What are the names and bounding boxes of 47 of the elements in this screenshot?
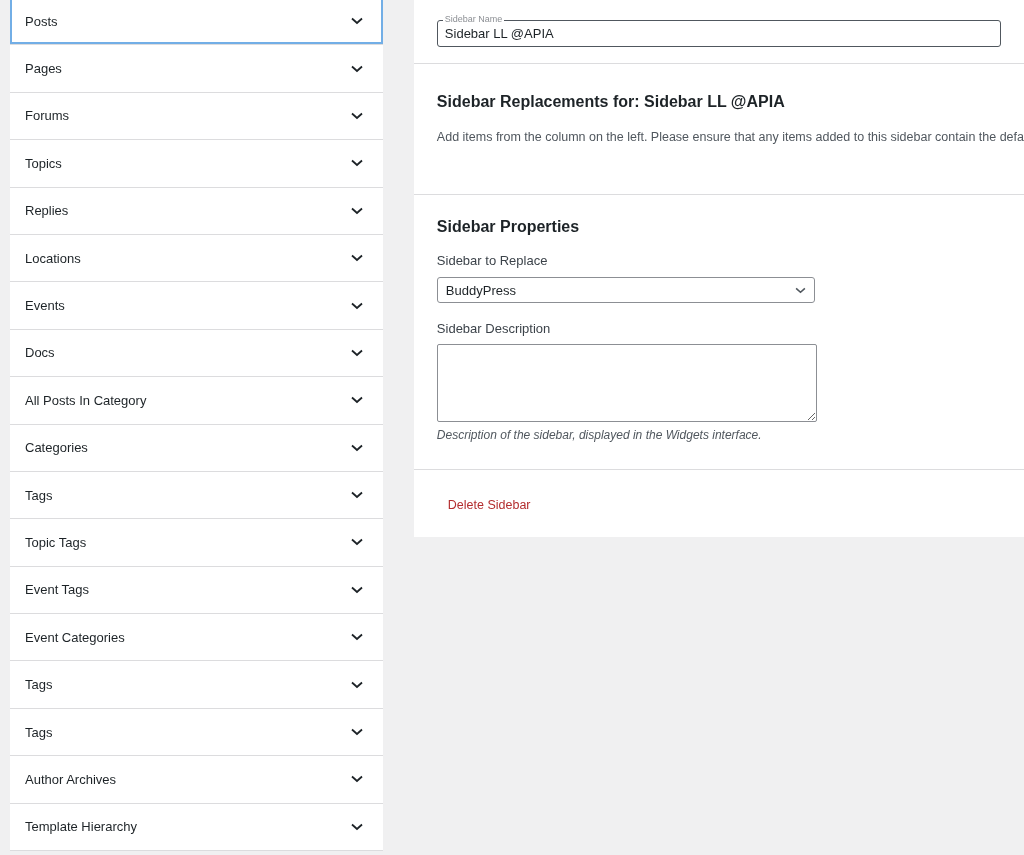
chevron-down-icon — [350, 254, 363, 263]
chevron-down-icon — [350, 775, 363, 784]
accordion-item[interactable]: Events — [10, 282, 383, 330]
accordion-item[interactable]: Pages — [10, 45, 383, 93]
chevron-down-icon — [350, 443, 363, 452]
sidebar-select[interactable]: BuddyPress — [436, 277, 815, 303]
accordion-item[interactable]: Event Categories — [10, 614, 383, 662]
chevron-down-icon — [350, 728, 363, 737]
chevron-down-icon — [350, 822, 363, 831]
instructions-text: Add items from the column on the left. Please ensure that any items added to this sidebar contain the defa — [436, 130, 1024, 144]
accordion-item[interactable]: Event Tags — [10, 566, 383, 615]
accordion-item[interactable]: Locations — [10, 234, 383, 283]
chevron-down-icon — [350, 491, 363, 500]
chevron-down-icon — [350, 680, 363, 689]
accordion-item[interactable]: Tags — [10, 708, 383, 757]
accordion-item[interactable]: Author Archives — [10, 756, 383, 804]
accordion-item[interactable]: Forums — [10, 92, 383, 141]
section-heading: Sidebar Replacements for: Sidebar LL @APIA — [436, 93, 786, 111]
chevron-down-icon — [350, 17, 363, 26]
chevron-down-icon — [350, 538, 363, 547]
accordion-item[interactable]: All Posts In Category — [10, 377, 383, 425]
accordion-item[interactable]: Docs — [10, 329, 383, 378]
chevron-down-icon — [794, 286, 806, 294]
chevron-down-icon — [350, 396, 363, 405]
accordion-item[interactable]: Tags — [10, 471, 383, 520]
chevron-down-icon — [350, 348, 363, 357]
chevron-down-icon — [350, 633, 363, 642]
accordion-item[interactable]: Posts — [10, 0, 383, 46]
field-label: Sidebar to Replace — [436, 253, 549, 268]
chevron-down-icon — [350, 301, 363, 310]
chevron-down-icon — [350, 64, 363, 73]
accordion-item[interactable]: Categories — [10, 424, 383, 472]
accordion-item[interactable]: Topics — [10, 140, 383, 188]
accordion-item[interactable]: Replies — [10, 187, 383, 235]
accordion-item[interactable]: Template Hierarchy — [10, 803, 383, 852]
chevron-down-icon — [350, 159, 363, 168]
description-field[interactable] — [436, 344, 817, 422]
accordion-item[interactable]: Topic Tags — [10, 519, 383, 567]
accordion-item[interactable]: Tags — [10, 661, 383, 709]
section-heading: Sidebar Properties — [436, 218, 581, 236]
field-label: Sidebar Description — [436, 321, 552, 336]
chevron-down-icon — [350, 206, 363, 215]
floating-label: Sidebar Name — [442, 14, 505, 24]
chevron-down-icon — [350, 585, 363, 594]
delete-sidebar-link[interactable]: Delete Sidebar — [447, 498, 531, 512]
chevron-down-icon — [350, 111, 363, 120]
help-text: Description of the sidebar, displayed in the Widgets interface. — [436, 428, 763, 442]
